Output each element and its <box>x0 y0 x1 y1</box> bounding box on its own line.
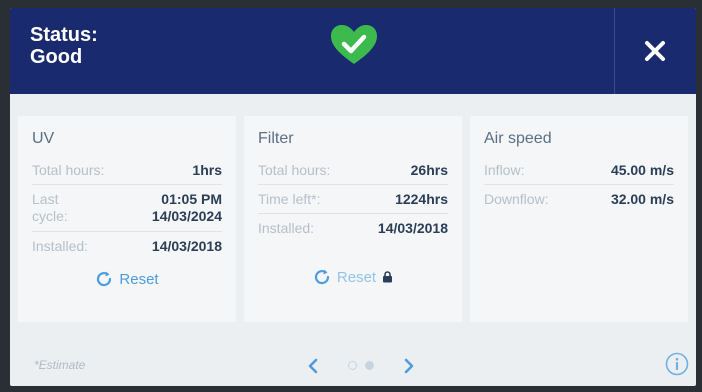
filter-total-hours-value: 26hrs <box>410 162 448 178</box>
refresh-icon <box>97 271 112 287</box>
inflow-label: Inflow: <box>484 162 525 178</box>
uv-last-cycle-date: 14/03/2024 <box>151 208 222 224</box>
status-text: Status: Good <box>30 24 98 68</box>
page-indicator <box>306 352 416 380</box>
status-header: Status: Good <box>10 8 696 94</box>
lock-icon <box>383 271 393 283</box>
status-screen: Status: Good UV Total hours: 1hrs Last c… <box>10 8 696 386</box>
filter-total-hours-row: Total hours: 26hrs <box>258 162 448 185</box>
uv-total-hours-value: 1hrs <box>192 162 222 178</box>
uv-last-cycle-row: Last cycle: 01:05 PM 14/03/2024 <box>32 191 222 232</box>
filter-time-left-label: Time left*: <box>258 191 321 207</box>
page-dot-1 <box>347 361 357 370</box>
close-icon <box>645 41 665 61</box>
page-dot-2 <box>365 361 375 370</box>
info-icon[interactable] <box>665 352 689 376</box>
filter-time-left-row: Time left*: 1224hrs <box>258 191 448 214</box>
refresh-icon <box>314 269 330 285</box>
filter-reset-button[interactable]: Reset <box>258 268 448 286</box>
heart-check-icon <box>331 25 377 64</box>
status-cards: UV Total hours: 1hrs Last cycle: 01:05 P… <box>18 116 688 326</box>
downflow-label: Downflow: <box>484 191 549 207</box>
uv-last-cycle-label: Last cycle: <box>32 191 68 225</box>
filter-installed-label: Installed: <box>258 220 315 236</box>
uv-installed-value: 14/03/2018 <box>151 238 222 254</box>
downflow-row: Downflow: 32.00 m/s <box>484 191 674 213</box>
close-button[interactable] <box>622 16 688 86</box>
uv-last-cycle-label-line2: cycle: <box>32 208 68 224</box>
inflow-row: Inflow: 45.00 m/s <box>484 162 674 185</box>
air-speed-card-title: Air speed <box>484 130 552 147</box>
estimate-note: *Estimate <box>34 358 86 372</box>
filter-reset-label: Reset <box>336 268 377 286</box>
filter-total-hours-label: Total hours: <box>258 162 331 178</box>
uv-card: UV Total hours: 1hrs Last cycle: 01:05 P… <box>18 116 236 322</box>
next-page-button[interactable] <box>402 358 416 374</box>
filter-time-left-value: 1224hrs <box>395 191 448 207</box>
inflow-value: 45.00 m/s <box>610 162 674 178</box>
uv-card-title: UV <box>32 130 55 147</box>
uv-total-hours-label: Total hours: <box>32 162 105 178</box>
filter-installed-value: 14/03/2018 <box>377 220 448 236</box>
status-value: Good <box>30 46 83 68</box>
status-label: Status: <box>30 24 98 46</box>
downflow-value: 32.00 m/s <box>610 191 674 207</box>
filter-card: Filter Total hours: 26hrs Time left*: 12… <box>244 116 462 322</box>
uv-total-hours-row: Total hours: 1hrs <box>32 162 222 185</box>
uv-last-cycle-time: 01:05 PM <box>161 191 222 207</box>
uv-reset-button[interactable]: Reset <box>32 270 222 288</box>
page-dots <box>346 357 376 375</box>
filter-card-title: Filter <box>258 130 294 147</box>
uv-installed-row: Installed: 14/03/2018 <box>32 238 222 260</box>
status-footer: *Estimate <box>10 344 696 386</box>
uv-last-cycle-label-line1: Last <box>32 191 59 207</box>
uv-installed-label: Installed: <box>32 238 89 254</box>
uv-reset-label: Reset <box>119 270 159 288</box>
uv-last-cycle-value: 01:05 PM 14/03/2024 <box>152 191 222 225</box>
filter-installed-row: Installed: 14/03/2018 <box>258 220 448 242</box>
previous-page-button[interactable] <box>306 358 320 374</box>
air-speed-card: Air speed Inflow: 45.00 m/s Downflow: 32… <box>470 116 688 322</box>
header-divider <box>614 8 615 94</box>
